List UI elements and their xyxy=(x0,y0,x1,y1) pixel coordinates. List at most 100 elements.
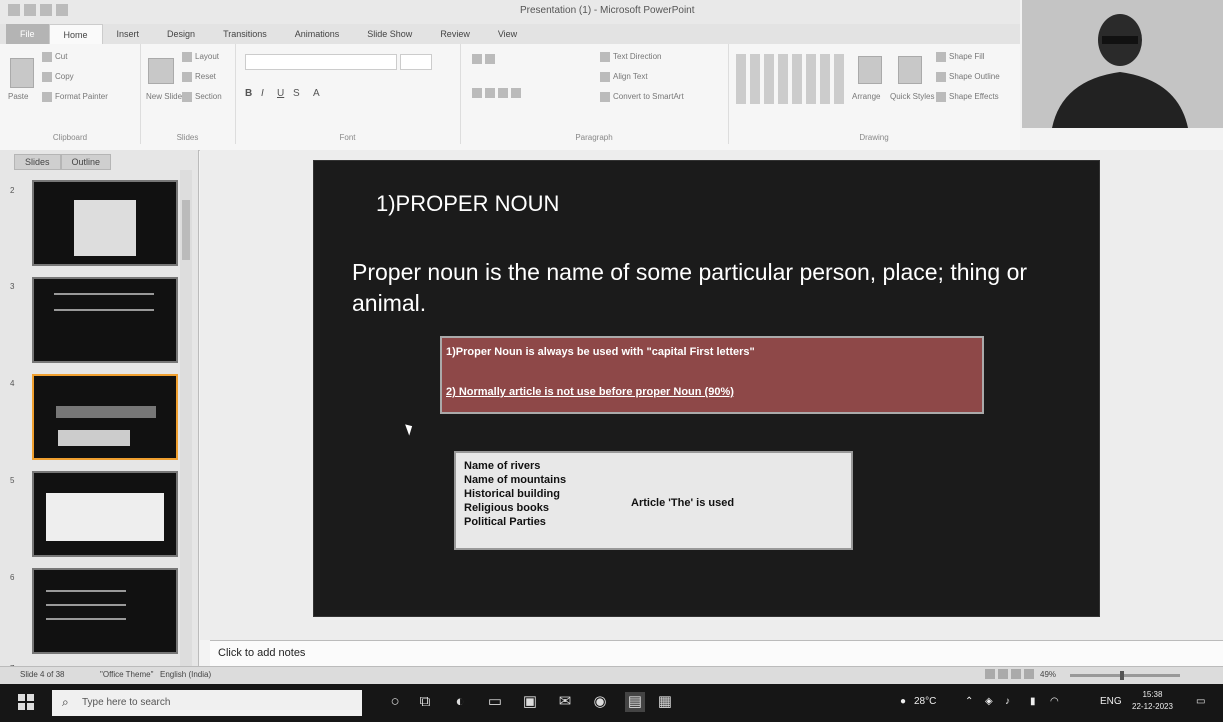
arrange-icon[interactable] xyxy=(858,56,882,84)
bold-button[interactable]: B xyxy=(245,88,252,99)
webcam-overlay xyxy=(1022,0,1223,128)
tab-transitions[interactable]: Transitions xyxy=(209,24,281,44)
align-right-icon xyxy=(498,88,508,98)
network-icon[interactable]: ◈ xyxy=(985,696,993,707)
tab-home[interactable]: Home xyxy=(48,23,103,45)
windows-start-icon[interactable] xyxy=(18,694,34,710)
cut-button[interactable]: Cut xyxy=(42,52,67,62)
rule-1: 1)Proper Noun is always be used with "ca… xyxy=(446,346,755,358)
normal-view-icon[interactable] xyxy=(985,669,995,679)
file-explorer-icon[interactable]: ▭ xyxy=(485,692,505,712)
taskbar-clock[interactable]: 15:38 22-12-2023 xyxy=(1132,689,1173,713)
mail-icon[interactable]: ✉ xyxy=(555,692,575,712)
shape-outline-button[interactable]: Shape Outline xyxy=(936,72,1000,82)
reset-button[interactable]: Reset xyxy=(182,72,216,82)
shadow-button[interactable]: S xyxy=(293,88,300,99)
paste-icon[interactable] xyxy=(10,58,34,88)
tab-file[interactable]: File xyxy=(6,24,49,44)
volume-icon[interactable]: ♪ xyxy=(1005,696,1010,707)
scissors-icon xyxy=(42,52,52,62)
new-slide-icon[interactable] xyxy=(148,58,174,84)
article-box[interactable]: Name of rivers Name of mountains Histori… xyxy=(454,451,853,550)
align-buttons[interactable] xyxy=(472,88,524,98)
article-note: Article 'The' is used xyxy=(631,497,735,509)
tab-slides[interactable]: Slides xyxy=(14,154,61,170)
copy-button[interactable]: Copy xyxy=(42,72,74,82)
shape-effects-button[interactable]: Shape Effects xyxy=(936,92,999,102)
tab-outline[interactable]: Outline xyxy=(60,154,112,170)
align-text-button[interactable]: Align Text xyxy=(600,72,648,82)
temperature[interactable]: 28°C xyxy=(914,696,936,707)
app-icon[interactable] xyxy=(8,4,20,16)
bullets-button[interactable] xyxy=(472,54,498,64)
italic-button[interactable]: I xyxy=(261,88,264,99)
theme-name: "Office Theme" xyxy=(100,670,154,679)
slide-thumbnail-active[interactable] xyxy=(32,374,178,460)
tab-view[interactable]: View xyxy=(484,24,531,44)
edge-icon[interactable]: ◐ xyxy=(450,692,470,712)
task-view-icon[interactable]: ⧉ xyxy=(415,692,435,712)
taskbar-search-box[interactable]: ⌕ Type here to search xyxy=(52,690,362,716)
tab-slide-show[interactable]: Slide Show xyxy=(353,24,426,44)
slide-thumbnail[interactable] xyxy=(32,568,178,654)
battery-icon[interactable]: ▮ xyxy=(1030,696,1036,707)
font-color-button[interactable]: A xyxy=(313,88,320,99)
text-direction-button[interactable]: Text Direction xyxy=(600,52,661,62)
taskbar: ⌕ Type here to search ○ ⧉ ◐ ▭ ▣ ✉ ◉ ▤ ▦ … xyxy=(0,684,1223,722)
slide-canvas[interactable]: 1)PROPER NOUN Proper noun is the name of… xyxy=(313,160,1100,617)
input-language[interactable]: ENG xyxy=(1100,696,1122,707)
app-icon[interactable]: ▦ xyxy=(655,692,675,712)
wifi-icon[interactable]: ◠ xyxy=(1050,696,1059,707)
zoom-slider[interactable] xyxy=(1070,671,1180,680)
redo-icon[interactable] xyxy=(56,4,68,16)
format-painter-button[interactable]: Format Painter xyxy=(42,92,108,102)
chrome-icon[interactable]: ◉ xyxy=(590,692,610,712)
paste-button[interactable]: Paste xyxy=(8,92,28,101)
tab-review[interactable]: Review xyxy=(426,24,484,44)
rules-box[interactable]: 1)Proper Noun is always be used with "ca… xyxy=(440,336,984,414)
slide-thumbnail[interactable] xyxy=(32,471,178,557)
scrollbar-thumb[interactable] xyxy=(182,200,190,260)
weather-icon[interactable]: ● xyxy=(900,696,906,707)
font-name-dropdown[interactable] xyxy=(245,54,397,70)
slide-thumbnail[interactable] xyxy=(32,277,178,363)
undo-icon[interactable] xyxy=(40,4,52,16)
quick-styles-icon[interactable] xyxy=(898,56,922,84)
chevron-up-icon[interactable]: ⌃ xyxy=(965,696,973,707)
tab-design[interactable]: Design xyxy=(153,24,209,44)
zoom-level[interactable]: 49% xyxy=(1040,670,1056,679)
reading-view-icon[interactable] xyxy=(1011,669,1021,679)
shape-fill-button[interactable]: Shape Fill xyxy=(936,52,985,62)
section-button[interactable]: Section xyxy=(182,92,222,102)
slideshow-icon[interactable] xyxy=(1024,669,1034,679)
notes-placeholder[interactable]: Click to add notes xyxy=(218,647,305,659)
notes-pane[interactable]: Click to add notes xyxy=(210,640,1223,667)
slide-thumbnail[interactable] xyxy=(32,180,178,266)
powerpoint-icon[interactable]: ▤ xyxy=(625,692,645,712)
slides-label: Slides xyxy=(176,133,199,142)
title-bar: Presentation (1) - Microsoft PowerPoint xyxy=(0,0,1020,24)
search-placeholder[interactable]: Type here to search xyxy=(82,697,170,708)
save-icon[interactable] xyxy=(24,4,36,16)
quick-styles-button[interactable]: Quick Styles xyxy=(890,92,934,101)
slides-pane-scrollbar[interactable] xyxy=(180,170,192,675)
outline-icon xyxy=(936,72,946,82)
notification-icon[interactable]: ▭ xyxy=(1196,696,1205,707)
slide-body-text[interactable]: Proper noun is the name of some particul… xyxy=(352,257,1072,319)
slides-group: New Slide Layout Reset Section Slides xyxy=(140,44,236,144)
cortana-icon[interactable]: ○ xyxy=(385,692,405,712)
language-indicator[interactable]: English (India) xyxy=(160,670,211,679)
font-size-dropdown[interactable] xyxy=(400,54,432,70)
layout-button[interactable]: Layout xyxy=(182,52,219,62)
tab-animations[interactable]: Animations xyxy=(281,24,354,44)
convert-smartart-button[interactable]: Convert to SmartArt xyxy=(600,92,684,102)
underline-button[interactable]: U xyxy=(277,88,284,99)
tab-insert[interactable]: Insert xyxy=(103,24,154,44)
store-icon[interactable]: ▣ xyxy=(520,692,540,712)
slide-sorter-icon[interactable] xyxy=(998,669,1008,679)
zoom-slider-knob[interactable] xyxy=(1120,671,1124,680)
shapes-gallery[interactable] xyxy=(736,54,846,104)
new-slide-button[interactable]: New Slide xyxy=(146,92,182,101)
slide-title[interactable]: 1)PROPER NOUN xyxy=(376,191,559,217)
arrange-button[interactable]: Arrange xyxy=(852,92,880,101)
